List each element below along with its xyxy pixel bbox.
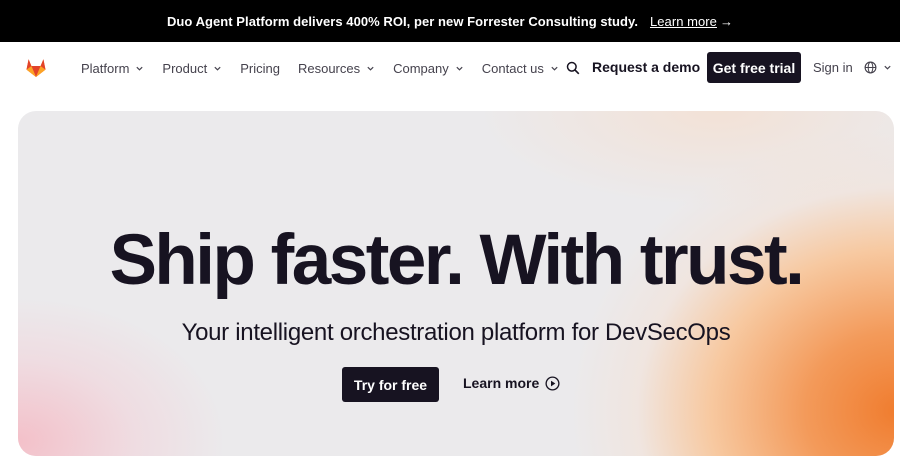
announcement-banner: Duo Agent Platform delivers 400% ROI, pe… (0, 0, 900, 42)
nav-item-resources[interactable]: Resources (298, 61, 375, 76)
nav-item-platform[interactable]: Platform (81, 61, 144, 76)
sign-in-link[interactable]: Sign in (813, 60, 853, 75)
play-circle-icon (545, 375, 560, 391)
hero-subheadline: Your intelligent orchestration platform … (181, 319, 731, 346)
nav-item-product[interactable]: Product (162, 61, 222, 76)
nav-item-pricing[interactable]: Pricing (240, 61, 280, 76)
get-free-trial-button[interactable]: Get free trial (707, 52, 801, 83)
hero-headline: Ship faster. With trust. (109, 221, 805, 300)
globe-icon (864, 61, 877, 74)
hero-section: Ship faster. With trust. Your intelligen… (18, 111, 894, 456)
chevron-down-icon (214, 66, 221, 71)
arrow-right-icon: → (719, 13, 734, 29)
try-for-free-button[interactable]: Try for free (342, 367, 439, 402)
nav-item-label: Platform (81, 60, 130, 76)
gitlab-tanuki-icon[interactable] (24, 55, 48, 79)
nav-item-contact-us[interactable]: Contact us (482, 61, 559, 76)
nav-item-label: Product (162, 60, 208, 76)
banner-text: Duo Agent Platform delivers 400% ROI, pe… (166, 13, 638, 29)
learn-more-label: Learn more (463, 375, 540, 391)
top-navigation: Platform Product Pricing Resources Compa… (0, 42, 900, 94)
chevron-down-icon (884, 65, 891, 70)
nav-item-company[interactable]: Company (393, 61, 464, 76)
chevron-down-icon (136, 66, 144, 71)
request-demo-link[interactable]: Request a demo (592, 59, 700, 75)
nav-item-label: Pricing (240, 60, 280, 76)
chevron-down-icon (456, 66, 463, 71)
nav-item-label: Company (393, 60, 449, 76)
chevron-down-icon (551, 66, 558, 71)
search-icon[interactable] (566, 61, 580, 75)
chevron-down-icon (367, 66, 374, 71)
banner-learn-more-link[interactable]: Learn more (650, 14, 717, 29)
nav-item-label: Contact us (481, 60, 544, 76)
learn-more-button[interactable]: Learn more (463, 375, 560, 391)
language-selector[interactable] (864, 61, 892, 74)
nav-item-label: Resources (297, 60, 361, 76)
nav-menu: Platform Product Pricing Resources Compa… (81, 42, 577, 94)
